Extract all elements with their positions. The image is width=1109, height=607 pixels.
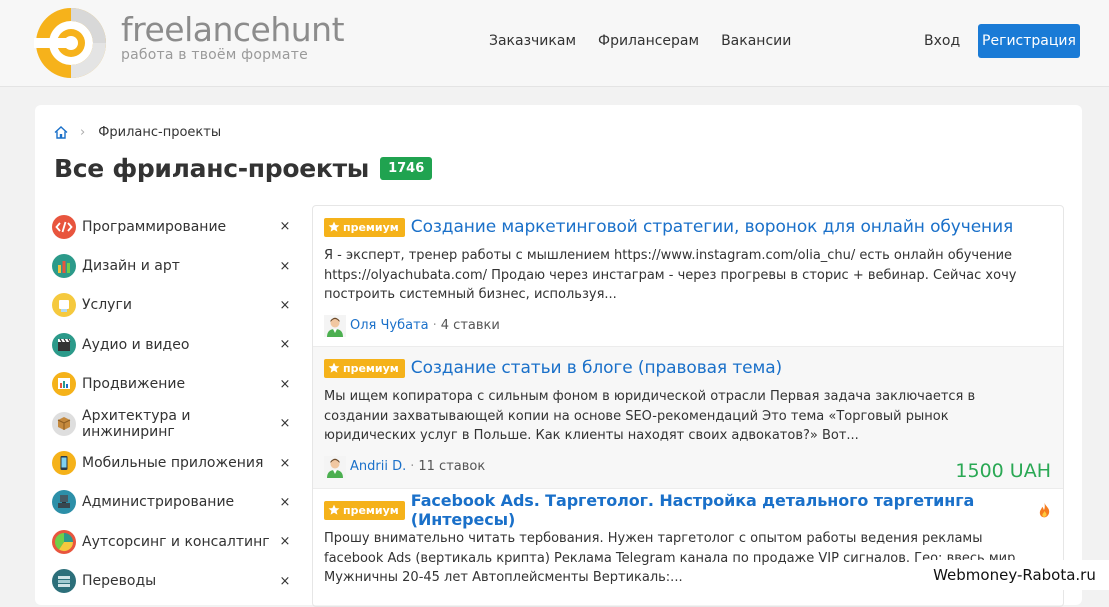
project-meta: Andrii D. · 11 ставок [324, 450, 1051, 484]
phone-icon [52, 451, 76, 476]
project-header: премиум Создание статьи в блоге (правова… [324, 357, 1051, 379]
category-label: Мобильные приложения [82, 455, 264, 472]
fire-icon [1039, 502, 1050, 518]
category-label: Программирование [82, 218, 227, 235]
project-header: премиум Создание маркетинговой стратегии… [324, 216, 1051, 238]
project-meta: Оля Чубата · 4 ставки [324, 309, 1051, 343]
page-title-row: Все фриланс-проекты 1746 [54, 154, 433, 183]
premium-badge: премиум [324, 358, 405, 378]
remove-filter-icon[interactable]: × [278, 377, 292, 392]
category-label: Дизайн и арт [82, 258, 180, 275]
nav-freelancers-link[interactable]: Фрилансерам [598, 33, 699, 49]
remove-filter-icon[interactable]: × [278, 495, 292, 510]
freelancehunt-logo-icon[interactable] [34, 6, 108, 80]
remove-filter-icon[interactable]: × [278, 298, 292, 313]
register-button[interactable]: Регистрация [978, 24, 1080, 58]
main-nav: Заказчикам Фрилансерам Вакансии [489, 33, 791, 49]
content-card: › Фриланс-проекты Все фриланс-проекты 17… [35, 105, 1082, 607]
project-header: премиум Facebook Ads. Таргетолог. Настро… [324, 491, 1051, 529]
box-icon [52, 411, 76, 436]
author-link[interactable]: Оля Чубата [350, 318, 429, 333]
category-label: Переводы [82, 573, 157, 590]
remove-filter-icon[interactable]: × [278, 337, 292, 352]
project-count-badge: 1746 [380, 157, 433, 180]
premium-badge: премиум [324, 500, 405, 520]
project-title-link[interactable]: Facebook Ads. Таргетолог. Настройка дета… [411, 491, 1032, 529]
category-label: Аутсорсинг и консалтинг [82, 533, 270, 550]
category-label: Услуги [82, 297, 132, 314]
star-icon [328, 221, 340, 232]
login-link[interactable]: Вход [924, 33, 960, 49]
category-item-mobile[interactable]: Мобильные приложения × [52, 443, 292, 482]
category-label: Администрирование [82, 494, 235, 511]
project-description: Мы ищем копиратора с сильным фоном в юри… [324, 389, 976, 443]
brand[interactable]: freelancehunt работа в твоём формате [121, 10, 345, 64]
remove-filter-icon[interactable]: × [278, 219, 292, 234]
breadcrumb: › Фриланс-проекты [54, 125, 221, 140]
category-sidebar: Программирование × Дизайн и арт × Услуги… [52, 207, 292, 601]
bids-count: 4 ставки [440, 318, 500, 333]
chart-icon [52, 372, 76, 397]
meta-separator: · [432, 318, 437, 333]
avatar[interactable] [324, 314, 346, 337]
breadcrumb-separator-icon: › [80, 125, 86, 140]
remove-filter-icon[interactable]: × [278, 534, 292, 549]
project-description: Я - эксперт, тренер работы с мышлением h… [324, 248, 1017, 302]
project-title-link[interactable]: Создание маркетинговой стратегии, вороно… [411, 217, 1013, 237]
pie-icon [52, 529, 76, 554]
category-item-administration[interactable]: Администрирование × [52, 483, 292, 522]
breadcrumb-current: Фриланс-проекты [98, 125, 222, 140]
remove-filter-icon[interactable]: × [278, 259, 292, 274]
category-item-services[interactable]: Услуги × [52, 286, 292, 325]
premium-label: премиум [343, 220, 399, 234]
server-icon [52, 490, 76, 515]
paint-icon [52, 254, 76, 279]
star-icon [328, 504, 340, 515]
brand-tagline: работа в твоём формате [121, 47, 308, 63]
clapper-icon [52, 332, 76, 357]
project-description: Прошу внимательно читать тербования. Нуж… [324, 531, 1016, 585]
brand-name: freelancehunt [121, 10, 345, 49]
nav-customers-link[interactable]: Заказчикам [489, 33, 576, 49]
category-item-programming[interactable]: Программирование × [52, 207, 292, 246]
premium-label: премиум [343, 361, 399, 375]
category-label: Архитектура и инжиниринг [82, 407, 191, 440]
category-item-promotion[interactable]: Продвижение × [52, 365, 292, 404]
page-title: Все фриланс-проекты [54, 154, 370, 183]
watermark: Webmoney-Rabota.ru [920, 560, 1109, 590]
remove-filter-icon[interactable]: × [278, 416, 292, 431]
remove-filter-icon[interactable]: × [278, 574, 292, 589]
site-header: freelancehunt работа в твоём формате Зак… [0, 0, 1109, 87]
category-item-outsourcing[interactable]: Аутсорсинг и консалтинг × [52, 522, 292, 561]
premium-badge: премиум [324, 217, 405, 237]
category-item-architecture[interactable]: Архитектура и инжиниринг × [52, 404, 292, 443]
service-icon [52, 293, 76, 318]
category-item-audio-video[interactable]: Аудио и видео × [52, 325, 292, 364]
avatar[interactable] [324, 455, 346, 478]
code-icon [52, 214, 76, 239]
meta-separator: · [410, 459, 415, 474]
category-item-design[interactable]: Дизайн и арт × [52, 246, 292, 285]
project-list: премиум Создание маркетинговой стратегии… [312, 205, 1064, 607]
category-label: Аудио и видео [82, 336, 190, 353]
project-price: 1500 UAH [955, 460, 1051, 482]
nav-vacancies-link[interactable]: Вакансии [721, 33, 791, 49]
star-icon [328, 362, 340, 373]
category-label: Продвижение [82, 376, 186, 393]
bids-count: 11 ставок [418, 459, 486, 474]
home-icon[interactable] [54, 126, 68, 139]
author-link[interactable]: Andrii D. [350, 459, 406, 474]
category-item-translations[interactable]: Переводы × [52, 562, 292, 601]
project-title-link[interactable]: Создание статьи в блоге (правовая тема) [411, 358, 782, 378]
premium-label: премиум [343, 503, 399, 517]
project-item: премиум Создание статьи в блоге (правова… [313, 347, 1063, 489]
project-item: премиум Создание маркетинговой стратегии… [313, 206, 1063, 347]
remove-filter-icon[interactable]: × [278, 456, 292, 471]
